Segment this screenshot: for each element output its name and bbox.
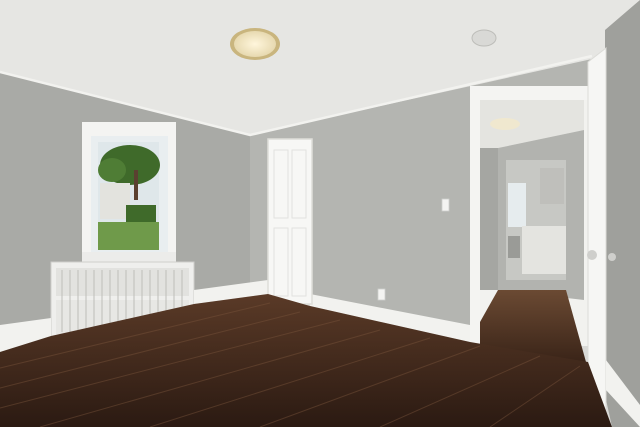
light-switch-icon (441, 198, 450, 212)
outlet-icon (377, 288, 386, 301)
ceiling-light-icon (230, 28, 280, 60)
closet-door (267, 138, 313, 305)
smoke-detector-icon (471, 29, 497, 47)
door-knob-icon (587, 250, 597, 260)
right-wall (605, 0, 640, 427)
room-photo (0, 0, 640, 427)
window (82, 122, 176, 264)
hallway-doorway (470, 86, 588, 362)
